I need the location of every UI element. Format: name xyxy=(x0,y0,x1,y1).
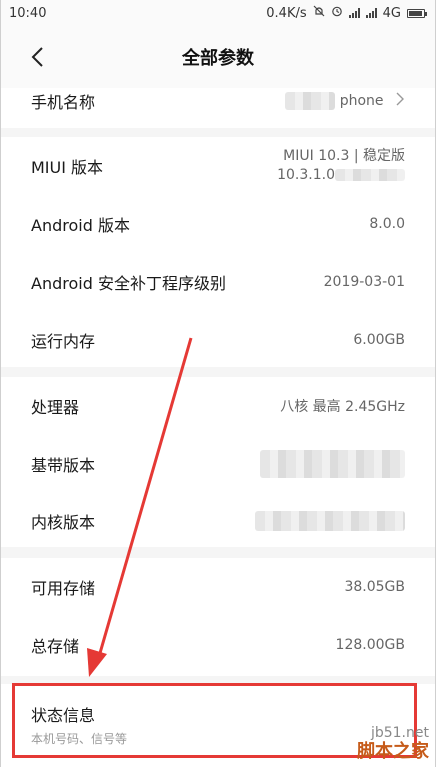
row-value: 八核 最高 2.45GHz xyxy=(280,399,405,415)
redacted-value xyxy=(255,511,405,531)
row-label: 手机名称 xyxy=(31,93,96,112)
status-bar: 10:40 0.4K/s 4G xyxy=(1,0,435,26)
row-label: 内核版本 xyxy=(31,513,96,532)
alarm-icon xyxy=(331,5,343,21)
row-value: 8.0.0 xyxy=(369,216,405,232)
row-value: 128.00GB xyxy=(335,637,405,653)
row-label: 处理器 xyxy=(31,398,80,417)
miui-version-line2: 10.3.1.0 xyxy=(277,167,335,183)
row-value: phone xyxy=(285,92,405,110)
signal-icon xyxy=(348,8,360,18)
security-patch-row[interactable]: Android 安全补丁程序级别 2019-03-01 xyxy=(1,253,435,311)
row-label: 运行内存 xyxy=(31,332,96,351)
watermark: jb51.net 脚本之家 xyxy=(357,725,429,763)
clock: 10:40 xyxy=(9,5,47,21)
status-info-label: 状态信息 xyxy=(31,706,96,725)
row-label: MIUI 版本 xyxy=(31,158,104,177)
status-info-subtitle: 本机号码、信号等 xyxy=(31,732,128,746)
redacted-value xyxy=(260,450,405,478)
baseband-row[interactable]: 基带版本 xyxy=(1,435,435,493)
row-label: Android 版本 xyxy=(31,216,130,235)
navigation-bar: 全部参数 xyxy=(1,26,435,88)
device-name-value: phone xyxy=(339,93,384,109)
row-value: 38.05GB xyxy=(344,579,405,595)
total-storage-row[interactable]: 总存储 128.00GB xyxy=(1,616,435,674)
kernel-row[interactable]: 内核版本 xyxy=(1,493,435,549)
row-label: 可用存储 xyxy=(31,579,96,598)
watermark-site: jb51.net xyxy=(370,724,429,741)
device-name-row[interactable]: 手机名称 phone xyxy=(1,88,435,114)
system-info-section: MIUI 版本 MIUI 10.3 | 稳定版 10.3.1.0 Android… xyxy=(1,137,435,367)
phone-screen: 10:40 0.4K/s 4G 全部参数 手机名称 phone MIUI 版本 … xyxy=(0,0,436,767)
signal-icon xyxy=(365,8,377,18)
redacted-value xyxy=(285,92,336,110)
hardware-section: 处理器 八核 最高 2.45GHz 基带版本 内核版本 xyxy=(1,377,435,547)
battery-icon xyxy=(407,8,427,18)
miui-version-row[interactable]: MIUI 版本 MIUI 10.3 | 稳定版 10.3.1.0 xyxy=(1,137,435,195)
page-title: 全部参数 xyxy=(182,48,254,69)
chevron-left-icon xyxy=(31,47,43,67)
android-version-row[interactable]: Android 版本 8.0.0 xyxy=(1,195,435,253)
network-type: 4G xyxy=(382,5,401,21)
row-value: MIUI 10.3 | 稳定版 10.3.1.0 xyxy=(277,147,405,185)
chevron-right-icon xyxy=(396,92,405,110)
storage-section: 可用存储 38.05GB 总存储 128.00GB xyxy=(1,558,435,676)
status-icons: 0.4K/s 4G xyxy=(266,5,427,21)
watermark-brand: 脚本之家 xyxy=(357,741,429,763)
row-value: 6.00GB xyxy=(353,332,405,348)
available-storage-row[interactable]: 可用存储 38.05GB xyxy=(1,558,435,616)
net-speed: 0.4K/s xyxy=(266,5,307,21)
miui-version-line1: MIUI 10.3 | 稳定版 xyxy=(283,148,405,165)
ram-row[interactable]: 运行内存 6.00GB xyxy=(1,311,435,369)
processor-row[interactable]: 处理器 八核 最高 2.45GHz xyxy=(1,377,435,435)
device-name-section: 手机名称 phone xyxy=(1,88,435,128)
row-value: 2019-03-01 xyxy=(323,274,405,290)
back-button[interactable] xyxy=(27,45,49,69)
mute-icon xyxy=(313,5,325,21)
status-info-row[interactable]: 状态信息 本机号码、信号等 xyxy=(31,702,127,747)
row-label: 基带版本 xyxy=(31,456,96,475)
row-label: 总存储 xyxy=(31,637,80,656)
row-label: Android 安全补丁程序级别 xyxy=(31,274,226,293)
redacted-value xyxy=(335,169,405,181)
